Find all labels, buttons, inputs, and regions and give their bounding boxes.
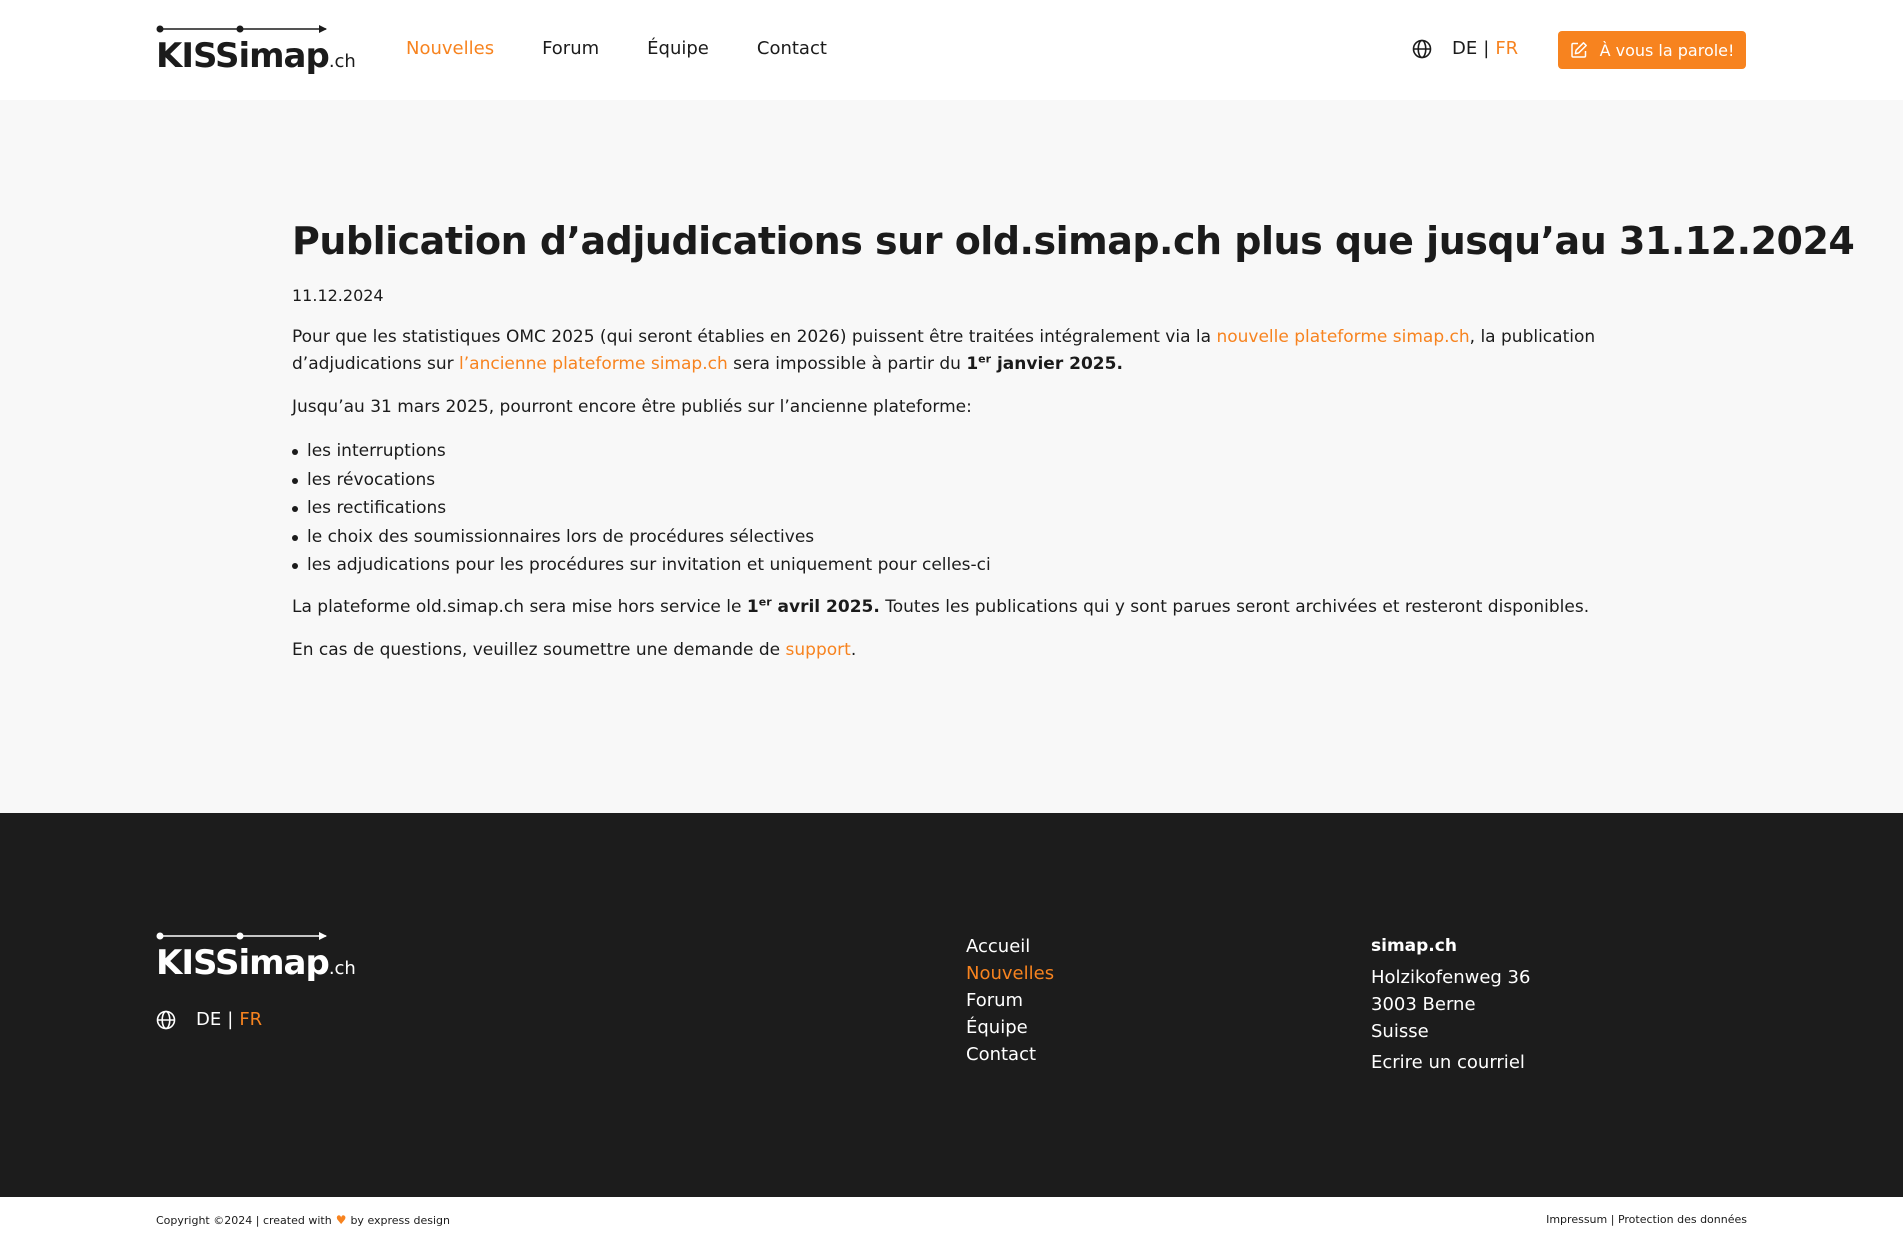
logo-text: KISSimap.ch [156,36,356,76]
old-platform-link[interactable]: l’ancienne plateforme simap.ch [459,354,728,374]
nav-forum[interactable]: Forum [542,38,599,59]
impressum-link[interactable]: Impressum [1546,1213,1607,1226]
article-title: Publication d’adjudications sur old.sima… [292,219,1855,263]
footer-nav-forum[interactable]: Forum [966,987,1054,1014]
kissimap-logo[interactable]: KISSimap.ch [156,24,356,76]
article-paragraph-2: Jusqu’au 31 mars 2025, pourront encore ê… [292,397,972,417]
nav-equipe[interactable]: Équipe [647,38,709,59]
lang-de[interactable]: DE [1452,38,1477,59]
lang-separator: | [1483,38,1490,59]
address-city: 3003 Berne [1371,994,1476,1015]
shutdown-date: 1er avril 2025. [746,594,880,617]
legal-links: Impressum | Protection des données [1546,1213,1747,1226]
site-footer: KISSimap.ch DE | FR Accueil Nouvelles Fo… [0,813,1903,1197]
article-date: 11.12.2024 [292,286,384,305]
main-nav: Nouvelles Forum Équipe Contact [406,38,827,59]
legal-separator: | [1610,1213,1615,1226]
article-paragraph-4: En cas de questions, veuillez soumettre … [292,639,857,660]
footer-language-switcher: DE | FR [156,1009,262,1030]
globe-icon [1412,39,1432,58]
address-country: Suisse [1371,1021,1429,1042]
globe-icon [156,1010,176,1029]
language-switcher: DE | FR [1412,38,1518,59]
nav-contact[interactable]: Contact [757,38,827,59]
footer-address: simap.ch Holzikofenweg 36 3003 Berne Sui… [1371,933,1530,1076]
heart-icon: ♥ [335,1213,347,1227]
list-item: les adjudications pour les procédures su… [292,551,1632,580]
footer-nav-equipe[interactable]: Équipe [966,1014,1054,1041]
address-title: simap.ch [1371,936,1457,956]
lang-de[interactable]: DE [196,1009,221,1030]
lang-fr[interactable]: FR [239,1009,262,1030]
logo-line-icon [156,25,327,33]
site-header: KISSimap.ch Nouvelles Forum Équipe Conta… [0,0,1903,100]
list-item: les révocations [292,466,1632,495]
deadline-text: 1er janvier 2025. [966,352,1123,374]
footer-logo[interactable]: KISSimap.ch [156,931,356,983]
express-design-link[interactable]: by express design [350,1214,450,1227]
footer-nav-nouvelles[interactable]: Nouvelles [966,960,1054,987]
news-article: Publication d’adjudications sur old.sima… [292,218,1855,680]
logo-line-icon [156,932,327,940]
list-item: les rectifications [292,494,1632,523]
privacy-link[interactable]: Protection des données [1618,1213,1747,1226]
footer-nav-contact[interactable]: Contact [966,1041,1054,1068]
main-content: Publication d’adjudications sur old.sima… [0,100,1903,813]
footer-nav: Accueil Nouvelles Forum Équipe Contact [966,933,1054,1068]
address-street: Holzikofenweg 36 [1371,967,1531,988]
new-platform-link[interactable]: nouvelle plateforme simap.ch [1216,327,1469,347]
edit-icon [1570,42,1587,58]
list-item: les interruptions [292,437,1632,466]
feedback-button[interactable]: À vous la parole! [1558,31,1746,69]
copyright: Copyright ©2024 | created with ♥ by expr… [156,1213,451,1227]
lang-fr[interactable]: FR [1495,38,1518,59]
footer-nav-accueil[interactable]: Accueil [966,933,1054,960]
feedback-button-label: À vous la parole! [1599,40,1735,60]
support-link[interactable]: support [786,640,851,660]
list-item: le choix des soumissionnaires lors de pr… [292,523,1632,552]
logo-text: KISSimap.ch [156,943,356,983]
nav-nouvelles[interactable]: Nouvelles [406,38,494,59]
bottom-bar: Copyright ©2024 | created with ♥ by expr… [0,1197,1903,1246]
email-link[interactable]: Ecrire un courriel [1371,1049,1530,1076]
article-paragraph-1: Pour que les statistiques OMC 2025 (qui … [292,327,1596,374]
publication-list: les interruptions les révocations les re… [292,437,1632,580]
lang-separator: | [227,1009,234,1030]
article-paragraph-3: La plateforme old.simap.ch sera mise hor… [292,594,1590,617]
